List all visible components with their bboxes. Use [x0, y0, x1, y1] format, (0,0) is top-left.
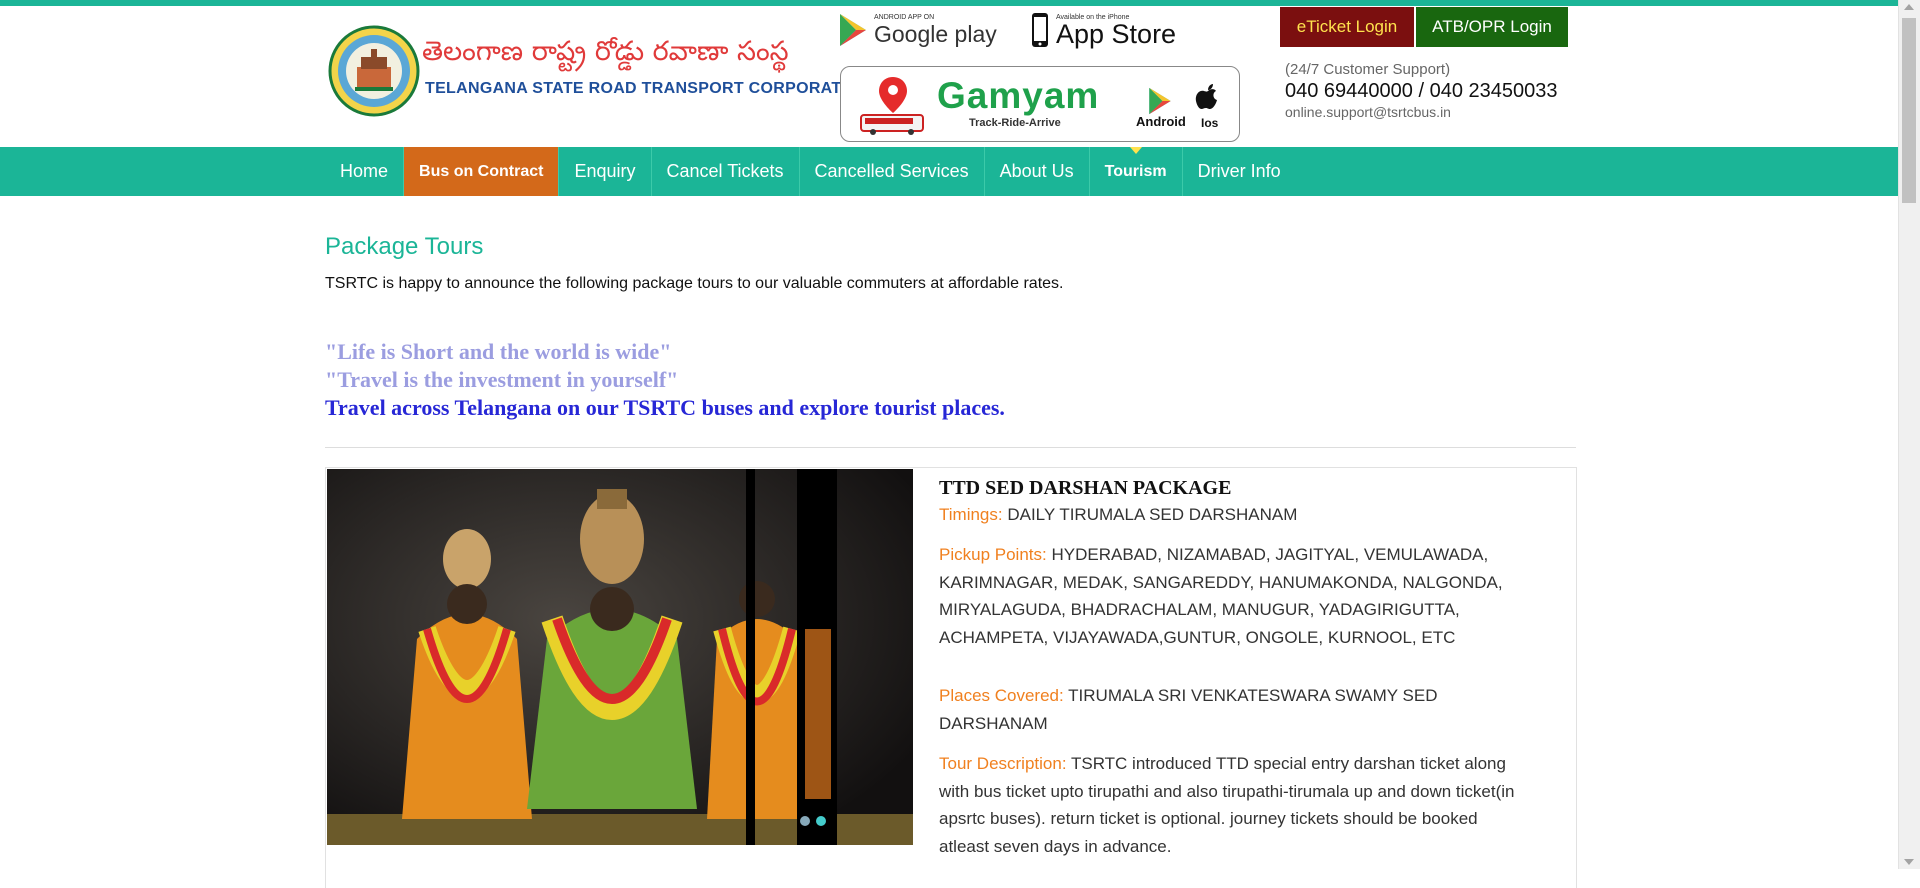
nav-bus-on-contract[interactable]: Bus on Contract: [404, 147, 560, 196]
apple-icon: [1195, 84, 1217, 109]
gamyam-app-banner[interactable]: Gamyam Track-Ride-Arrive Android Ios: [840, 66, 1240, 142]
package-title: TTD SED DARSHAN PACKAGE: [939, 477, 1232, 499]
gamyam-ios-label: Ios: [1201, 116, 1219, 130]
timings-value: DAILY TIRUMALA SED DARSHANAM: [1007, 505, 1298, 524]
divider: [325, 447, 1576, 448]
bus-location-icon: [860, 77, 924, 135]
pickup-label: Pickup Points:: [939, 545, 1047, 564]
gamyam-tagline: Track-Ride-Arrive: [969, 117, 1061, 129]
deity-image: [327, 469, 913, 845]
google-play-icon: [840, 14, 866, 46]
description-label: Tour Description:: [939, 754, 1067, 773]
gamyam-android-label: Android: [1136, 114, 1186, 129]
package-card: TTD SED DARSHAN PACKAGE Timings: DAILY T…: [325, 467, 1577, 888]
pickup-row: Pickup Points: HYDERABAD, NIZAMABAD, JAG…: [939, 541, 1529, 651]
tsrtc-logo[interactable]: [327, 25, 422, 117]
support-email[interactable]: online.support@tsrtcbus.in: [1285, 104, 1451, 120]
timings-label: Timings:: [939, 505, 1003, 524]
description-row: Tour Description: TSRTC introduced TTD s…: [939, 750, 1529, 860]
support-label: (24/7 Customer Support): [1285, 61, 1451, 78]
places-row: Places Covered: TIRUMALA SRI VENKATESWAR…: [939, 682, 1529, 737]
brand-name-english: TELANGANA STATE ROAD TRANSPORT CORPORATI…: [425, 80, 871, 97]
timings-row: Timings: DAILY TIRUMALA SED DARSHANAM: [939, 501, 1529, 529]
quote-travel: "Travel is the investment in yourself": [325, 367, 679, 392]
iphone-icon: [1032, 13, 1048, 47]
android-play-icon: [1149, 87, 1171, 115]
tagline: Travel across Telangana on our TSRTC bus…: [325, 395, 1005, 420]
quote-life: "Life is Short and the world is wide": [325, 339, 672, 364]
app-store-label: App Store: [1056, 19, 1177, 49]
scroll-down-icon[interactable]: [1904, 859, 1914, 865]
support-phone: 040 69440000 / 040 23450033: [1285, 80, 1558, 102]
google-play-badge[interactable]: ANDROID APP ON Google play: [838, 9, 997, 51]
nav-tourism-label: Tourism: [1104, 163, 1167, 180]
top-accent-stripe: [0, 0, 1899, 6]
main-nav: Home Bus on Contract Enquiry Cancel Tick…: [0, 147, 1899, 196]
page-scrollbar[interactable]: [1898, 0, 1920, 869]
nav-driver-info[interactable]: Driver Info: [1183, 147, 1296, 196]
package-photo[interactable]: [327, 469, 913, 845]
nav-tourism[interactable]: Tourism: [1090, 147, 1183, 196]
nav-enquiry[interactable]: Enquiry: [559, 147, 652, 196]
nav-cancelled-services[interactable]: Cancelled Services: [800, 147, 985, 196]
places-label: Places Covered:: [939, 686, 1064, 705]
intro-text: TSRTC is happy to announce the following…: [325, 275, 1064, 292]
app-store-badge[interactable]: Available on the iPhone App Store: [1030, 9, 1176, 51]
scroll-thumb[interactable]: [1902, 18, 1916, 203]
eticket-login-button[interactable]: eTicket Login: [1280, 7, 1414, 47]
google-play-label: Google play: [874, 21, 997, 47]
nav-cancel-tickets[interactable]: Cancel Tickets: [652, 147, 800, 196]
page-title: Package Tours: [325, 233, 484, 260]
nav-home[interactable]: Home: [325, 147, 405, 196]
gamyam-title: Gamyam: [937, 75, 1100, 116]
brand-name-telugu: తెలంగాణ రాష్ట్ర రోడ్డు రవాణా సంస్థ: [422, 36, 789, 67]
nav-about-us[interactable]: About Us: [985, 147, 1090, 196]
scroll-up-icon[interactable]: [1904, 4, 1914, 10]
active-caret-icon: [1129, 147, 1142, 154]
atb-opr-login-button[interactable]: ATB/OPR Login: [1416, 7, 1568, 47]
